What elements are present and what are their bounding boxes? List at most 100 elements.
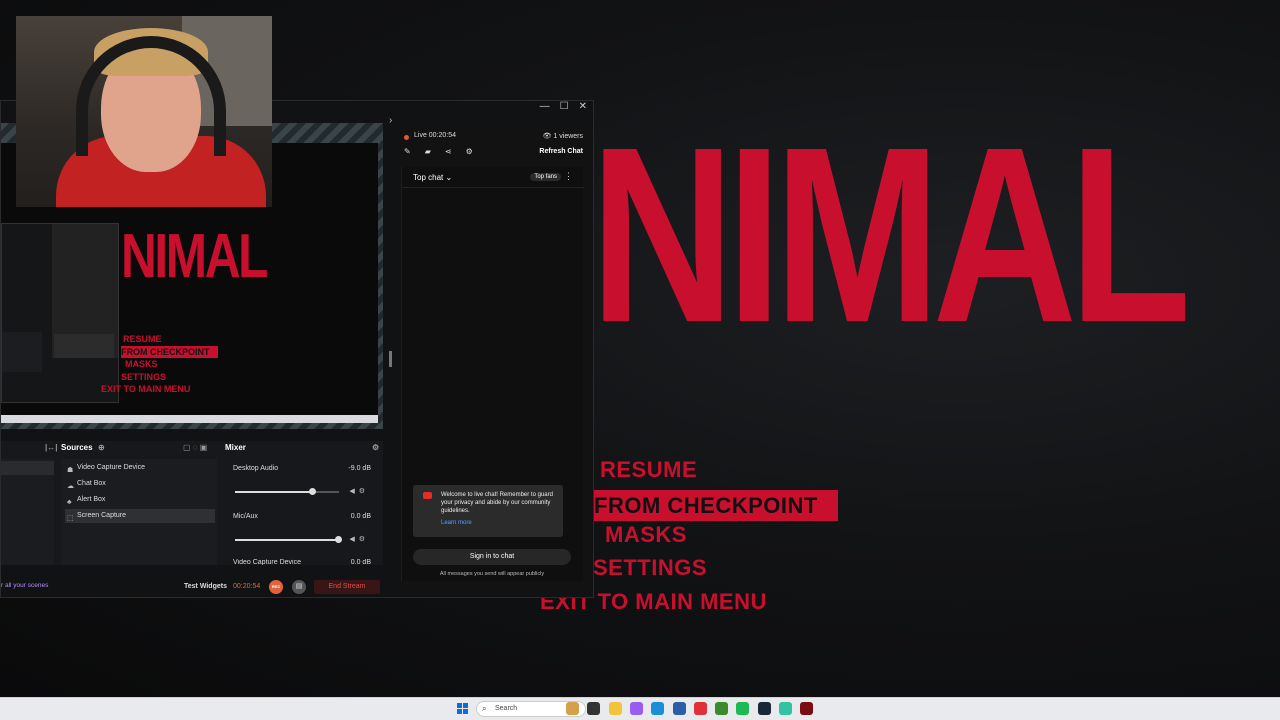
pencil-icon[interactable]: ✎ — [404, 147, 411, 156]
source-label: Chat Box — [77, 480, 106, 487]
preview-menu-item: RESUME — [123, 334, 162, 344]
preview-game-menu: RESUME FROM CHECKPOINT MASKS SETTINGS EX… — [101, 333, 218, 396]
bell-icon: ♣ — [67, 499, 72, 506]
mixer-channel-label: Video Capture Device — [233, 559, 301, 565]
end-stream-button[interactable]: End Stream — [314, 580, 380, 594]
volume-knob[interactable] — [309, 488, 316, 495]
preview-game-title: NIMAL — [121, 222, 268, 291]
volume-slider[interactable] — [235, 488, 339, 495]
webcam-overlay — [16, 16, 272, 207]
user-icon: ☗ — [67, 467, 74, 474]
window-controls: — ☐ ✕ — [513, 101, 593, 115]
desktop: NIMAL RESUME FROM CHECKPOINT MASKS SETTI… — [0, 0, 1280, 720]
record-button[interactable]: REC — [269, 580, 283, 594]
source-item[interactable]: ♣ Alert Box — [65, 493, 215, 507]
live-indicator-icon — [404, 135, 409, 140]
panel-splitter[interactable] — [389, 351, 392, 367]
sources-title: Sources — [61, 443, 93, 452]
welcome-text: Welcome to live chat! Remember to guard … — [441, 492, 553, 514]
mixer-channel-label: Desktop Audio — [233, 465, 279, 472]
windows-start-icon[interactable] — [457, 703, 469, 715]
divider — [402, 187, 584, 188]
spotify-icon[interactable] — [736, 702, 750, 715]
minecraft-icon[interactable] — [715, 702, 729, 715]
explorer-icon[interactable] — [608, 702, 622, 715]
source-item[interactable]: ☁ Chat Box — [65, 477, 215, 491]
stream-timer: 00:20:54 — [233, 583, 261, 590]
volume-knob[interactable] — [335, 536, 342, 543]
youtube-icon — [423, 492, 432, 499]
screen-icon: ⬚ — [67, 515, 74, 522]
more-options-icon[interactable]: ⋮ — [564, 171, 573, 182]
top-fans-button[interactable]: Top fans — [530, 173, 561, 181]
volume-fill — [235, 491, 313, 493]
mixer-settings-icon[interactable]: ⚙ — [372, 443, 379, 457]
opera-icon[interactable] — [693, 702, 707, 715]
windows-taskbar: ⌕ Search — [0, 697, 1280, 720]
settings-icon[interactable] — [672, 702, 686, 715]
sources-list: ☗ Video Capture Device ☁ Chat Box ♣ Aler… — [61, 459, 217, 565]
collapse-chevron-icon[interactable]: › — [389, 115, 392, 126]
learn-more-link[interactable]: Learn more — [441, 519, 557, 527]
sign-in-button[interactable]: Sign in to chat — [413, 549, 571, 565]
task-view-icon[interactable] — [587, 702, 601, 715]
maximize-button[interactable]: ☐ — [560, 101, 569, 115]
scenes-list — [1, 459, 54, 565]
search-placeholder: Search — [495, 705, 518, 712]
share-icon[interactable]: ⋖ — [445, 147, 452, 156]
viewer-count: 👁 1 viewers — [543, 132, 583, 140]
source-label: Alert Box — [77, 496, 106, 503]
bottom-docks: |↔| Sources ⊕ ▢ ◌ ▣ Mixer ⚙ ☗ Video Capt… — [1, 441, 383, 565]
edge-icon[interactable] — [651, 702, 665, 715]
mixer-channel-db: -9.0 dB — [348, 465, 371, 472]
source-item[interactable]: ⬚ Screen Capture — [65, 509, 215, 523]
schedule-icon[interactable]: ▤ — [292, 580, 306, 594]
preview-menu-item: EXIT TO MAIN MENU — [101, 384, 191, 394]
status-bar: r all your scenes Test Widgets 00:20:54 … — [1, 578, 383, 596]
preview-taskbar — [1, 415, 378, 423]
eye-icon: 👁 — [542, 133, 554, 140]
mute-settings-icon[interactable]: ◀⚙ — [349, 487, 369, 495]
mixer-channel-db: 0.0 dB — [350, 559, 371, 565]
chat-toolbar: ✎ ▰ ⋖ ⚙ — [404, 147, 473, 156]
audio-mixer: Desktop Audio -9.0 dB ◀⚙ Mic/Aux 0.0 dB … — [225, 459, 377, 565]
source-label: Screen Capture — [77, 512, 127, 519]
dock-collapse-icon[interactable]: |↔| — [45, 443, 57, 457]
volume-fill — [235, 539, 339, 541]
steam-icon[interactable] — [757, 702, 771, 715]
viewer-count-text: 1 viewers — [553, 133, 583, 140]
scene-item[interactable] — [1, 461, 54, 475]
top-chat-dropdown[interactable]: Top chat ⌄ — [413, 173, 452, 182]
test-widgets-button[interactable]: Test Widgets — [184, 583, 227, 590]
folder-icon[interactable]: ▰ — [425, 147, 431, 156]
preview-menu-item: SETTINGS — [121, 371, 167, 382]
chat-icon: ☁ — [67, 483, 74, 490]
source-tools-icon[interactable]: ▢ ◌ ▣ — [183, 443, 207, 457]
source-label: Video Capture Device — [77, 464, 145, 471]
chat-panel: Live 00:20:54 👁 1 viewers ✎ ▰ ⋖ ⚙ Refres… — [399, 127, 589, 587]
close-button[interactable]: ✕ — [579, 101, 587, 115]
mute-settings-icon[interactable]: ◀⚙ — [349, 535, 369, 543]
mixer-channel-db: 0.0 dB — [350, 513, 371, 520]
add-source-icon[interactable]: ⊕ — [98, 443, 105, 457]
public-notice: All messages you send will appear public… — [439, 571, 545, 577]
chat-scrollbar[interactable] — [578, 191, 581, 537]
volume-slider[interactable] — [235, 536, 342, 543]
preview-menu-item: FROM CHECKPOINT — [121, 345, 218, 358]
chat-embed: Top chat ⌄ Top fans ⋮ Welcome to live ch… — [401, 167, 584, 581]
game-icon[interactable] — [800, 702, 814, 715]
preview-menu-item: MASKS — [125, 359, 158, 369]
source-item[interactable]: ☗ Video Capture Device — [65, 461, 215, 475]
fox-icon[interactable] — [566, 702, 579, 715]
streamlabs-icon[interactable] — [779, 702, 792, 715]
gear-icon[interactable]: ⚙ — [466, 147, 473, 156]
copilot-icon[interactable] — [629, 702, 643, 715]
mixer-title: Mixer — [225, 443, 246, 452]
welcome-message: Welcome to live chat! Remember to guard … — [413, 485, 563, 537]
minimize-button[interactable]: — — [540, 101, 550, 115]
game-title: NIMAL — [590, 95, 1191, 374]
mixer-channel-label: Mic/Aux — [233, 513, 258, 520]
search-icon: ⌕ — [482, 704, 487, 713]
scenes-link[interactable]: r all your scenes — [1, 582, 48, 589]
refresh-chat-button[interactable]: Refresh Chat — [539, 148, 583, 155]
